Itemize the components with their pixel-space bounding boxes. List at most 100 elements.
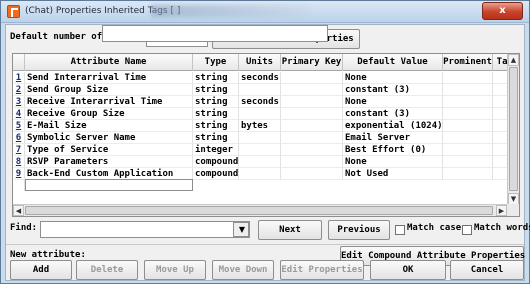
type-cell[interactable]: string: [193, 108, 239, 120]
vertical-scroll-thumb[interactable]: [509, 67, 518, 191]
table-row[interactable]: 7 Type of Service integer Best Effort (0): [13, 144, 509, 156]
row-number-cell: 4: [13, 108, 25, 120]
chevron-down-icon[interactable]: ▼: [233, 222, 249, 237]
prominent-cell[interactable]: [443, 144, 493, 156]
table-row[interactable]: 4 Receive Group Size string constant (3): [13, 108, 509, 120]
units-cell[interactable]: seconds: [239, 96, 281, 108]
column-header-type[interactable]: Type: [193, 54, 239, 71]
scroll-corner: [507, 204, 519, 216]
primary-key-cell[interactable]: [281, 108, 343, 120]
primary-key-cell[interactable]: [281, 72, 343, 84]
type-cell[interactable]: string: [193, 84, 239, 96]
attribute-name-cell[interactable]: E-Mail Size: [25, 120, 193, 132]
prominent-cell[interactable]: [443, 96, 493, 108]
row-number-cell: 2: [13, 84, 25, 96]
default-value-cell[interactable]: None: [343, 156, 443, 168]
chevron-up-icon[interactable]: ▲: [508, 54, 519, 66]
table-header: Attribute Name Type Units Primary Key De…: [13, 54, 518, 71]
default-value-cell[interactable]: Best Effort (0): [343, 144, 443, 156]
edit-properties-button[interactable]: Edit Properties: [280, 260, 364, 280]
table-row[interactable]: 2 Send Group Size string constant (3): [13, 84, 509, 96]
match-case-checkbox[interactable]: [395, 225, 405, 235]
primary-key-cell[interactable]: [281, 144, 343, 156]
prominent-cell[interactable]: [443, 120, 493, 132]
column-header-prominent[interactable]: Prominent: [443, 54, 493, 71]
attribute-name-cell[interactable]: Send Group Size: [25, 84, 193, 96]
close-button[interactable]: x: [482, 2, 523, 20]
table-row[interactable]: 8 RSVP Parameters compound None: [13, 156, 509, 168]
find-input[interactable]: [40, 221, 250, 238]
units-cell[interactable]: seconds: [239, 72, 281, 84]
type-cell[interactable]: string: [193, 96, 239, 108]
divider: [6, 244, 524, 245]
match-words-label: Match words: [474, 223, 530, 233]
units-cell[interactable]: [239, 108, 281, 120]
row-number-cell: 8: [13, 156, 25, 168]
cancel-button[interactable]: Cancel: [450, 260, 524, 280]
next-button[interactable]: Next: [258, 220, 322, 240]
units-cell[interactable]: [239, 156, 281, 168]
delete-button[interactable]: Delete: [76, 260, 138, 280]
title-bar[interactable]: (Chat) Properties Inherited Tags [ ] x: [1, 1, 529, 23]
move-up-button[interactable]: Move Up: [144, 260, 206, 280]
prominent-cell[interactable]: [443, 84, 493, 96]
title-blur: [151, 5, 311, 17]
type-cell[interactable]: string: [193, 72, 239, 84]
attribute-name-cell[interactable]: Type of Service: [25, 144, 193, 156]
attribute-name-edit-cell[interactable]: [25, 179, 193, 191]
units-cell[interactable]: [239, 144, 281, 156]
ok-button[interactable]: OK: [370, 260, 446, 280]
table-row[interactable]: 3 Receive Interarrival Time string seconds N…: [13, 96, 509, 108]
match-words-checkbox[interactable]: [462, 225, 472, 235]
chevron-left-icon[interactable]: ◀: [13, 205, 24, 216]
attributes-table: Attribute Name Type Units Primary Key De…: [12, 53, 520, 217]
attribute-name-cell[interactable]: RSVP Parameters: [25, 156, 193, 168]
primary-key-cell[interactable]: [281, 120, 343, 132]
prominent-cell[interactable]: [443, 132, 493, 144]
column-header-attribute-name[interactable]: Attribute Name: [25, 54, 193, 71]
primary-key-cell[interactable]: [281, 156, 343, 168]
default-value-cell[interactable]: constant (3): [343, 108, 443, 120]
attribute-name-cell[interactable]: Send Interarrival Time: [25, 72, 193, 84]
primary-key-cell[interactable]: [281, 132, 343, 144]
units-cell[interactable]: [239, 132, 281, 144]
attribute-name-cell[interactable]: Symbolic Server Name: [25, 132, 193, 144]
default-value-cell[interactable]: exponential (1024): [343, 120, 443, 132]
primary-key-cell[interactable]: [281, 84, 343, 96]
attribute-name-cell[interactable]: Receive Group Size: [25, 108, 193, 120]
column-header-primary-key[interactable]: Primary Key: [281, 54, 343, 71]
row-number-cell: 7: [13, 144, 25, 156]
default-value-cell[interactable]: Email Server: [343, 132, 443, 144]
type-cell[interactable]: string: [193, 120, 239, 132]
horizontal-scroll-thumb[interactable]: [25, 206, 493, 215]
type-cell[interactable]: string: [193, 132, 239, 144]
default-value-cell[interactable]: None: [343, 72, 443, 84]
units-cell[interactable]: bytes: [239, 120, 281, 132]
attribute-name-cell[interactable]: Receive Interarrival Time: [25, 96, 193, 108]
table-row-new[interactable]: [13, 179, 509, 191]
row-number-cell: 3: [13, 96, 25, 108]
default-value-cell[interactable]: None: [343, 96, 443, 108]
prominent-cell[interactable]: [443, 156, 493, 168]
row-number-cell: 6: [13, 132, 25, 144]
primary-key-cell[interactable]: [281, 96, 343, 108]
type-cell[interactable]: integer: [193, 144, 239, 156]
horizontal-scrollbar[interactable]: ◀ ▶: [13, 204, 509, 216]
type-cell[interactable]: compound: [193, 156, 239, 168]
match-case-label: Match case: [407, 223, 462, 233]
column-header-units[interactable]: Units: [239, 54, 281, 71]
prominent-cell[interactable]: [443, 108, 493, 120]
move-down-button[interactable]: Move Down: [212, 260, 274, 280]
units-cell[interactable]: [239, 84, 281, 96]
table-row[interactable]: 6 Symbolic Server Name string Email Server: [13, 132, 509, 144]
table-row[interactable]: 1 Send Interarrival Time string seconds None: [13, 72, 509, 84]
column-header-default-value[interactable]: Default Value: [343, 54, 443, 71]
previous-button[interactable]: Previous: [328, 220, 390, 240]
new-attribute-input[interactable]: [102, 25, 328, 42]
chevron-right-icon[interactable]: ▶: [496, 205, 507, 216]
default-value-cell[interactable]: constant (3): [343, 84, 443, 96]
table-row[interactable]: 5 E-Mail Size string bytes exponential (1024…: [13, 120, 509, 132]
prominent-cell[interactable]: [443, 72, 493, 84]
add-button[interactable]: Add: [10, 260, 72, 280]
vertical-scrollbar[interactable]: ▲ ▼: [507, 54, 519, 205]
